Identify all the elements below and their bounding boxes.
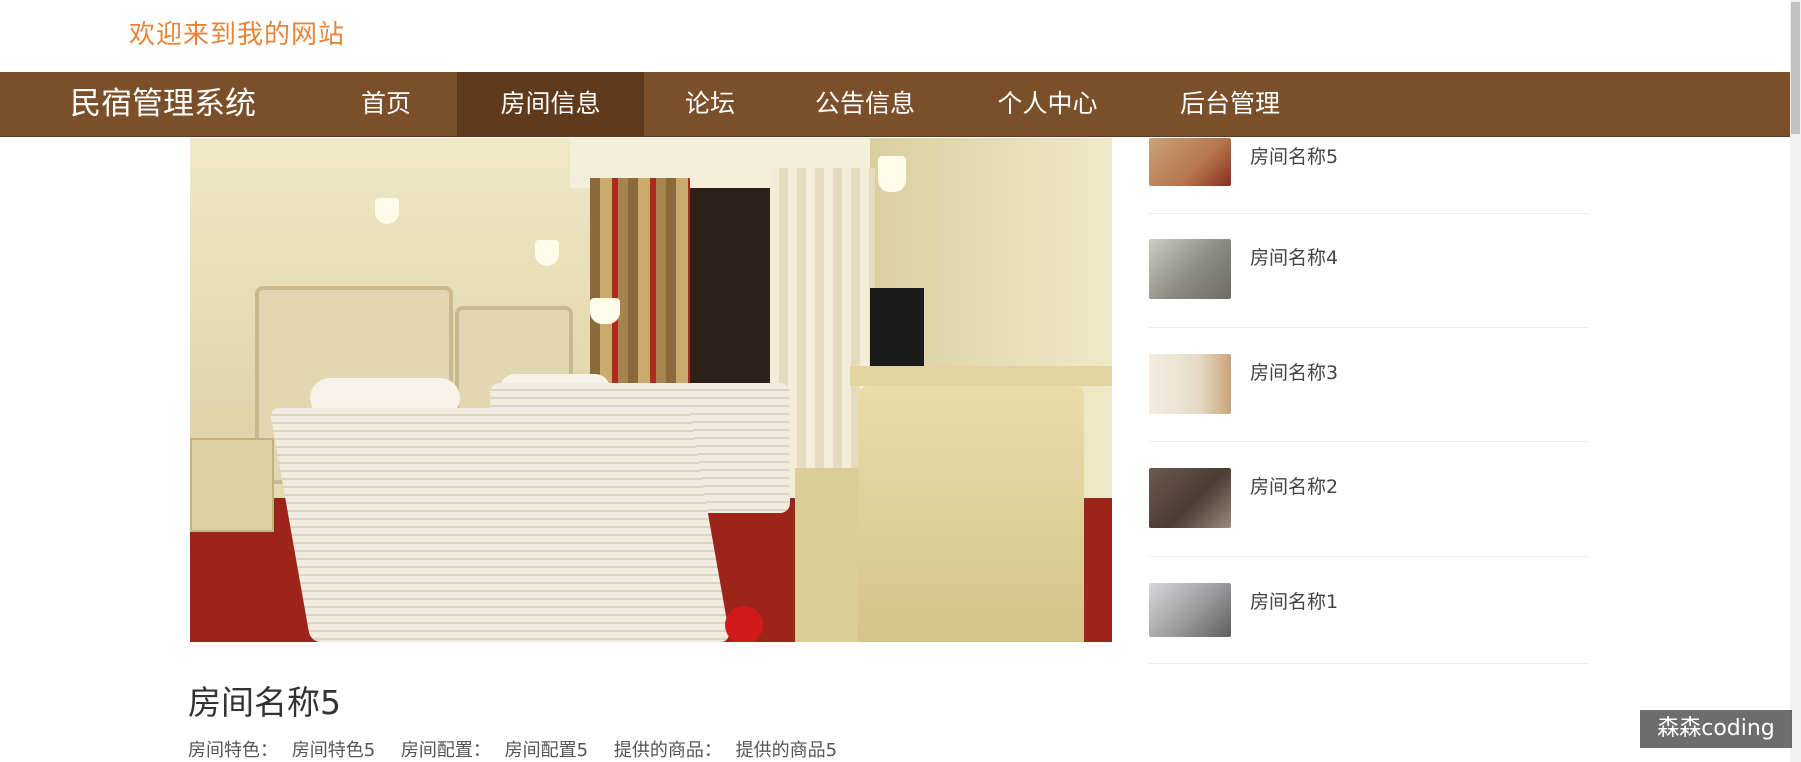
config-value: 房间配置5: [504, 740, 589, 761]
cursor-highlight: [725, 606, 763, 642]
sidebar-room-item[interactable]: 房间名称4: [1149, 239, 1589, 349]
nav-home[interactable]: 首页: [334, 72, 438, 136]
sidebar-room-item[interactable]: 房间名称1: [1149, 583, 1589, 693]
sidebar-room-name[interactable]: 房间名称3: [1250, 358, 1338, 385]
room-thumbnail[interactable]: [1149, 468, 1231, 528]
sidebar-room-item[interactable]: 房间名称2: [1149, 468, 1589, 578]
room-thumbnail[interactable]: [1149, 138, 1231, 186]
nav-personal-center[interactable]: 个人中心: [970, 72, 1125, 136]
divider: [1149, 556, 1589, 557]
nav-room-info[interactable]: 房间信息: [457, 72, 644, 136]
main-navbar: 民宿管理系统 首页 房间信息 论坛 公告信息 个人中心 后台管理: [0, 72, 1790, 137]
goods-value: 提供的商品5: [735, 740, 838, 761]
divider: [1149, 213, 1589, 214]
page-scrollbar[interactable]: [1790, 0, 1801, 762]
room-title: 房间名称5: [188, 683, 341, 722]
config-label: 房间配置：: [400, 740, 491, 761]
sidebar-room-name[interactable]: 房间名称5: [1250, 142, 1338, 169]
divider: [1149, 663, 1589, 664]
nav-admin[interactable]: 后台管理: [1150, 72, 1310, 136]
sidebar-room-name[interactable]: 房间名称2: [1250, 472, 1338, 499]
site-brand[interactable]: 民宿管理系统: [70, 72, 256, 136]
nav-forum[interactable]: 论坛: [660, 72, 760, 136]
video-watermark: 森森coding: [1640, 710, 1792, 748]
sidebar-room-name[interactable]: 房间名称4: [1250, 243, 1338, 270]
nav-announcements[interactable]: 公告信息: [790, 72, 940, 136]
room-thumbnail[interactable]: [1149, 239, 1231, 299]
room-meta: 房间特色： 房间特色5 房间配置： 房间配置5 提供的商品： 提供的商品5: [188, 736, 837, 762]
room-main-photo: [190, 138, 1112, 642]
goods-label: 提供的商品：: [613, 740, 722, 761]
divider: [1149, 441, 1589, 442]
sidebar-room-name[interactable]: 房间名称1: [1250, 587, 1338, 614]
scrollbar-thumb[interactable]: [1791, 2, 1800, 134]
sidebar-room-item[interactable]: 房间名称3: [1149, 354, 1589, 464]
room-thumbnail[interactable]: [1149, 354, 1231, 414]
feature-value: 房间特色5: [291, 740, 376, 761]
sidebar-room-item[interactable]: 房间名称5: [1149, 138, 1589, 248]
divider: [1149, 327, 1589, 328]
feature-label: 房间特色：: [188, 740, 278, 761]
welcome-text: 欢迎来到我的网站: [129, 20, 346, 50]
room-thumbnail[interactable]: [1149, 583, 1231, 637]
